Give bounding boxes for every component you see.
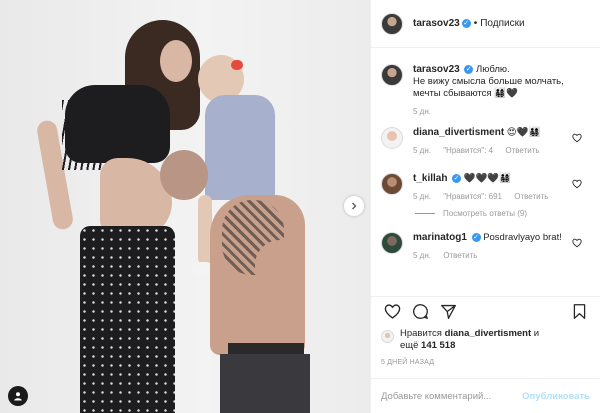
divider (415, 213, 435, 214)
heart-icon[interactable] (572, 133, 582, 143)
reply-button[interactable]: Ответить (514, 192, 548, 201)
following-button[interactable]: Подписки (480, 18, 524, 29)
comments-list[interactable]: tarasov23 ✓ Люблю. Не вижу смысла больше… (371, 49, 600, 295)
caption: tarasov23 ✓ Люблю. Не вижу смысла больше… (381, 64, 590, 118)
comment-username[interactable]: diana_divertisment (413, 127, 504, 138)
post-side-panel: tarasov23 ✓ • Подписки tarasov23 ✓ Люблю… (370, 0, 600, 413)
chevron-right-icon (352, 202, 357, 210)
woman-top-fringe (62, 100, 102, 170)
post-actions-bar (371, 296, 600, 326)
comment-username[interactable]: t_killah (413, 173, 447, 184)
liker-avatar[interactable] (381, 330, 394, 343)
header-separator: • (473, 18, 478, 29)
verified-badge-icon: ✓ (471, 232, 481, 242)
heart-icon (384, 304, 400, 319)
like-button[interactable] (381, 301, 403, 323)
comment-time[interactable]: 5 дн. (413, 146, 431, 155)
liker-username[interactable]: diana_divertisment (445, 328, 532, 339)
list-item: diana_divertisment 😍🖤👨‍👩‍👧‍👦 5 дн. "Нрав… (381, 127, 590, 157)
caption-username[interactable]: tarasov23 (413, 64, 460, 75)
author-avatar[interactable] (381, 12, 403, 35)
child-bow (231, 60, 243, 70)
comment-avatar[interactable] (381, 232, 403, 254)
reply-button[interactable]: Ответить (505, 146, 539, 155)
next-photo-button[interactable] (344, 196, 364, 216)
child-dress (205, 95, 275, 200)
comment-text: Posdravlyayo brat! (483, 232, 562, 243)
man-head (160, 150, 208, 200)
share-button[interactable] (437, 301, 459, 323)
add-comment-bar: Добавьте комментарий... Опубликовать (371, 378, 600, 413)
comment-time[interactable]: 5 дн. (413, 192, 431, 201)
list-item: t_killah ✓ 🖤🖤🖤👨‍👩‍👧‍👦 5 дн. "Нравится": … (381, 173, 590, 203)
heart-icon[interactable] (572, 238, 582, 248)
view-replies-button[interactable]: Посмотреть ответы (9) (415, 209, 590, 218)
list-item: marinatog1 ✓ Posdravlyayo brat! 5 дн. От… (381, 232, 590, 262)
comment-icon (412, 304, 428, 319)
comment-text: 🖤🖤🖤👨‍👩‍👧‍👦 (463, 173, 512, 184)
tagged-users-button[interactable] (8, 386, 28, 406)
verified-badge-icon: ✓ (461, 19, 471, 28)
likes-middle: и (533, 328, 540, 339)
post-date[interactable]: 5 ДНЕЙ НАЗАД (381, 359, 434, 366)
comment-text: 😍🖤👨‍👩‍👧‍👦 (506, 127, 541, 138)
woman-pants (80, 226, 175, 413)
verified-badge-icon: ✓ (452, 173, 462, 183)
comment-button[interactable] (409, 301, 431, 323)
man-arm (255, 240, 305, 295)
comment-time[interactable]: 5 дн. (413, 251, 431, 260)
caption-avatar[interactable] (381, 64, 403, 86)
likes-text: Нравится diana_divertisment и ещё 141 51… (400, 328, 539, 352)
comment-username[interactable]: marinatog1 (413, 232, 467, 243)
author-username[interactable]: tarasov23 (413, 18, 460, 29)
save-button[interactable] (568, 301, 590, 323)
verified-badge-icon: ✓ (464, 64, 474, 74)
child-shoe (192, 262, 212, 274)
likes-count[interactable]: 141 518 (421, 340, 455, 351)
post-photo[interactable] (0, 0, 370, 413)
likes-prefix: Нравится (400, 328, 442, 339)
likes-more: ещё (400, 340, 419, 351)
share-icon (440, 304, 456, 319)
man-jeans (220, 354, 310, 413)
person-icon (14, 392, 22, 401)
comment-likes[interactable]: "Нравится": 4 (443, 146, 493, 155)
comment-avatar[interactable] (381, 127, 403, 149)
comment-likes[interactable]: "Нравится": 691 (443, 192, 502, 201)
view-replies-label: Посмотреть ответы (9) (443, 209, 528, 218)
caption-time[interactable]: 5 дн. (413, 107, 431, 116)
comment-avatar[interactable] (381, 173, 403, 195)
likes-summary: Нравится diana_divertisment и ещё 141 51… (381, 328, 590, 352)
heart-icon[interactable] (572, 179, 582, 189)
comment-input[interactable]: Добавьте комментарий... (381, 391, 522, 402)
bookmark-icon (573, 304, 585, 319)
publish-button[interactable]: Опубликовать (522, 391, 590, 402)
reply-button[interactable]: Ответить (443, 251, 477, 260)
woman-face (160, 40, 192, 82)
post-header: tarasov23 ✓ • Подписки (371, 0, 600, 48)
